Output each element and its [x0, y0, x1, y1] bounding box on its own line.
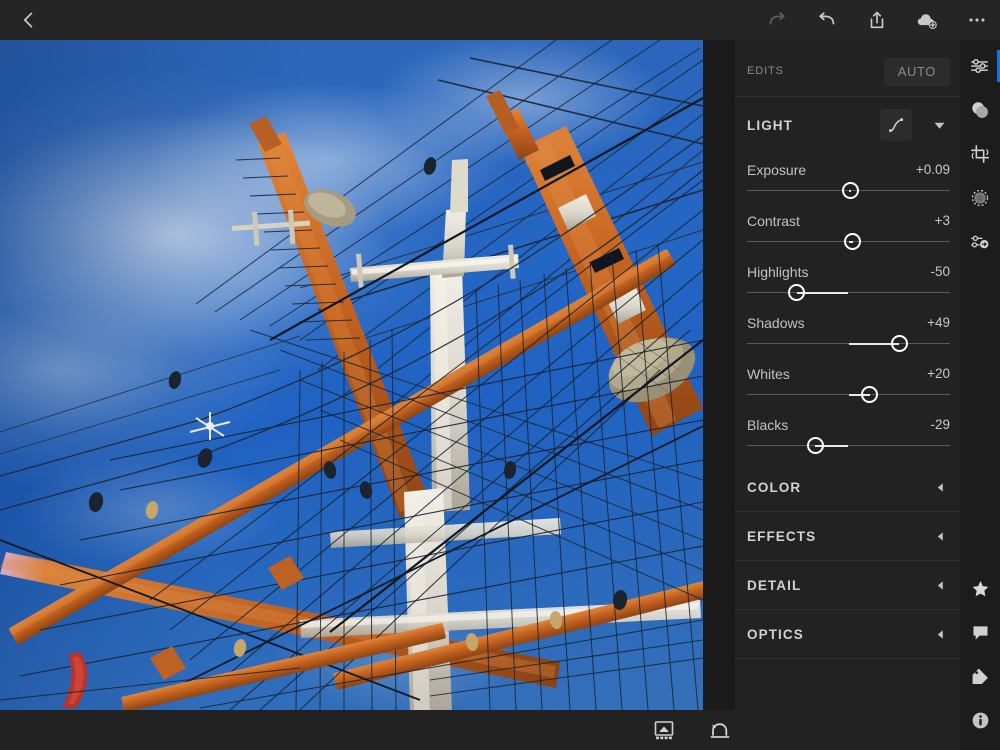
top-toolbar: [0, 0, 1000, 40]
slider-track[interactable]: [747, 444, 950, 447]
reset-icon: [710, 723, 730, 738]
slider-value: -29: [930, 417, 950, 432]
slider-knob[interactable]: [806, 436, 824, 454]
slider-contrast[interactable]: Contrast +3: [747, 208, 960, 259]
tone-curve-icon: [889, 118, 904, 133]
section-header-detail[interactable]: DETAIL: [735, 561, 960, 610]
slider-value: +0.09: [915, 162, 950, 177]
chevron-left-icon[interactable]: [932, 626, 948, 642]
slider-label: Shadows: [747, 315, 805, 331]
slider-knob[interactable]: [842, 181, 860, 199]
light-section-header[interactable]: LIGHT: [735, 97, 960, 153]
slider-track[interactable]: [747, 342, 950, 345]
preset-sliders-icon: [971, 235, 989, 249]
slider-label: Contrast: [747, 213, 800, 229]
share-button[interactable]: [862, 5, 892, 35]
chevron-left-icon[interactable]: [932, 479, 948, 495]
bottom-toolbar: [0, 710, 960, 750]
more-options-button[interactable]: [962, 5, 992, 35]
chevron-down-icon: [934, 122, 944, 129]
slider-knob[interactable]: [844, 232, 862, 250]
slider-highlights[interactable]: Highlights -50: [747, 259, 960, 310]
section-title: EFFECTS: [747, 528, 817, 544]
undo-icon: [819, 12, 835, 25]
slider-label: Exposure: [747, 162, 807, 178]
rail-color-mix[interactable]: [960, 88, 1000, 132]
slider-label: Blacks: [747, 417, 789, 433]
slider-value: +3: [934, 213, 950, 228]
rail-info[interactable]: [960, 698, 1000, 742]
rail-healing[interactable]: [960, 176, 1000, 220]
edit-panel: EDITS AUTO LIGHT Exposure +0.09 Contrast…: [735, 40, 960, 710]
collapsed-sections: COLOR EFFECTS DETAIL OPTICS: [735, 463, 960, 659]
slider-value: +20: [927, 366, 950, 381]
comment-icon: [973, 625, 987, 639]
add-to-cloud-button[interactable]: [912, 5, 942, 35]
slider-track[interactable]: [747, 291, 950, 294]
edits-label: EDITS: [747, 65, 784, 77]
rail-keywords[interactable]: [960, 654, 1000, 698]
before-after-button[interactable]: [650, 716, 678, 744]
slider-label: Highlights: [747, 264, 809, 280]
tone-curve-button[interactable]: [880, 109, 912, 141]
cloud-add-icon: [917, 14, 937, 30]
tool-rail-top: [960, 44, 1000, 264]
ellipsis-icon: [969, 18, 985, 22]
edits-header: EDITS AUTO: [735, 40, 960, 97]
lightroom-editor: EDITS AUTO LIGHT Exposure +0.09 Contrast…: [0, 0, 1000, 750]
light-section-title: LIGHT: [747, 117, 793, 133]
chevron-left-icon[interactable]: [932, 577, 948, 593]
redo-button[interactable]: [762, 5, 792, 35]
slider-value: +49: [927, 315, 950, 330]
chevron-left-icon[interactable]: [932, 528, 948, 544]
back-button[interactable]: [6, 0, 52, 40]
sliders-icon: [971, 58, 989, 74]
photo-canvas[interactable]: [0, 40, 703, 710]
slider-blacks[interactable]: Blacks -29: [747, 412, 960, 463]
rail-edit-sliders[interactable]: [960, 44, 1000, 88]
slider-knob[interactable]: [890, 334, 908, 352]
undo-button[interactable]: [812, 5, 842, 35]
slider-knob[interactable]: [861, 385, 879, 403]
panel-translucent-edge: [703, 40, 735, 710]
healing-circle-icon: [971, 189, 989, 207]
slider-value: -50: [930, 264, 950, 279]
rail-comments[interactable]: [960, 610, 1000, 654]
slider-exposure[interactable]: Exposure +0.09: [747, 157, 960, 208]
crop-rotate-icon: [970, 144, 990, 164]
slider-track[interactable]: [747, 393, 950, 396]
light-sliders: Exposure +0.09 Contrast +3 Highlights -50 Shad…: [735, 153, 960, 463]
ship-rigging-illustration: [0, 40, 703, 710]
section-header-optics[interactable]: OPTICS: [735, 610, 960, 659]
rail-crop[interactable]: [960, 132, 1000, 176]
section-header-color[interactable]: COLOR: [735, 463, 960, 512]
slider-shadows[interactable]: Shadows +49: [747, 310, 960, 361]
star-icon: [972, 580, 988, 596]
redo-icon: [769, 12, 785, 25]
section-title: COLOR: [747, 479, 802, 495]
auto-button[interactable]: AUTO: [883, 58, 950, 86]
slider-label: Whites: [747, 366, 790, 382]
bottom-toolbar-actions: [650, 710, 734, 750]
chevron-left-icon: [24, 12, 33, 28]
slider-knob[interactable]: [788, 283, 806, 301]
rail-rating[interactable]: [960, 566, 1000, 610]
light-collapse-toggle[interactable]: [930, 116, 948, 134]
tool-rail-bottom: [960, 566, 1000, 742]
info-icon: [972, 712, 988, 728]
top-toolbar-actions: [762, 0, 992, 40]
color-circle-icon: [972, 102, 988, 118]
tool-rail: [960, 40, 1000, 750]
tag-icon: [972, 668, 988, 684]
rail-presets[interactable]: [960, 220, 1000, 264]
before-after-icon: [654, 721, 674, 740]
share-icon: [870, 11, 884, 29]
slider-whites[interactable]: Whites +20: [747, 361, 960, 412]
edited-photo: [0, 40, 703, 710]
section-title: OPTICS: [747, 626, 804, 642]
section-header-effects[interactable]: EFFECTS: [735, 512, 960, 561]
section-title: DETAIL: [747, 577, 802, 593]
reset-button[interactable]: [706, 716, 734, 744]
